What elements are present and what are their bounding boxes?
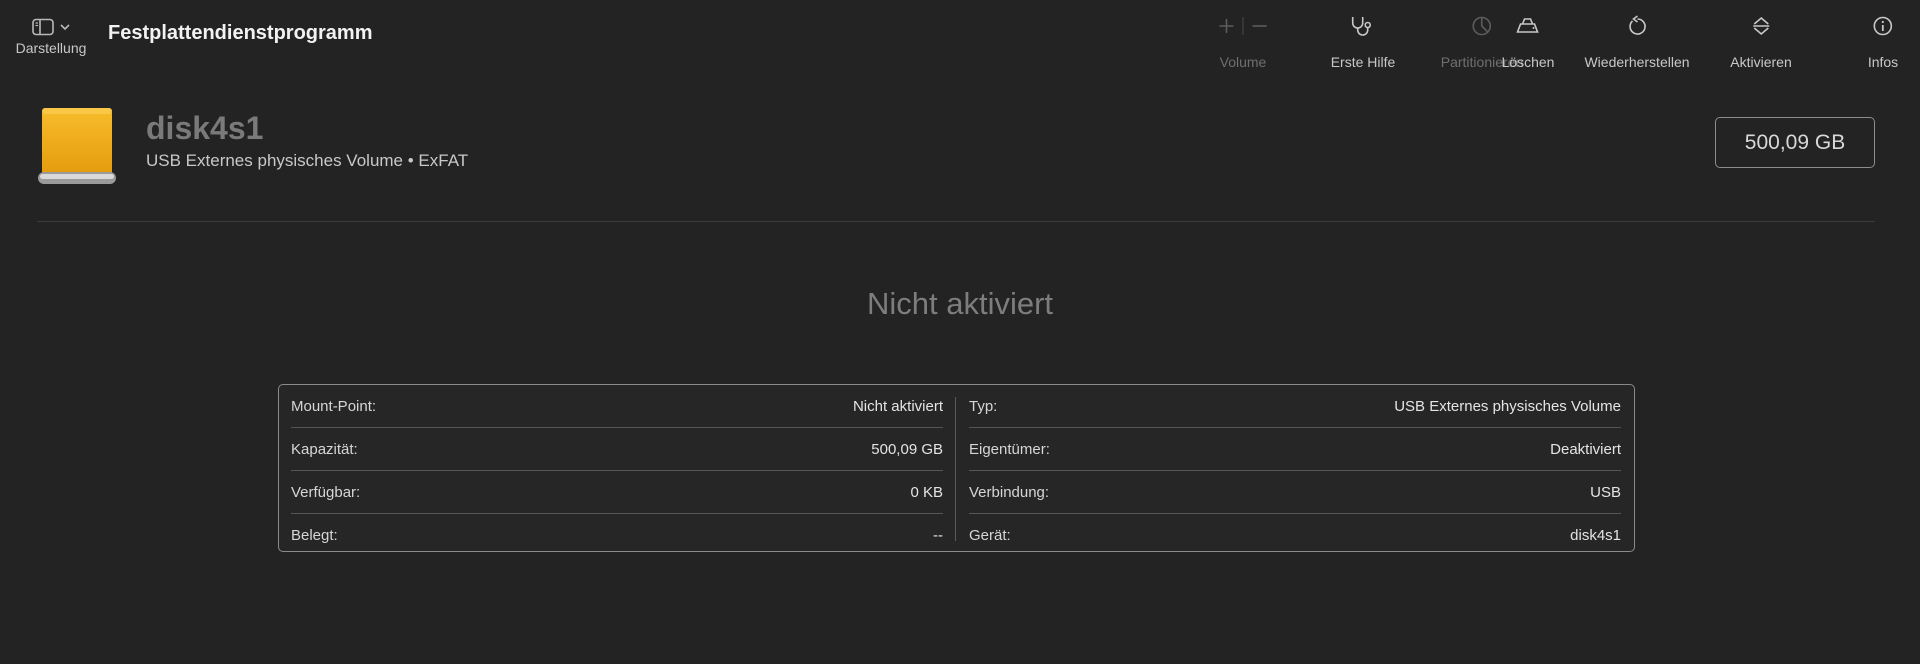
info-value: -- xyxy=(933,526,943,544)
volume-button[interactable]: Volume xyxy=(1219,12,1268,70)
info-row-mount-point: Mount-Point: Nicht aktiviert xyxy=(291,385,943,428)
plus-icon xyxy=(1219,19,1234,33)
toolbar: Darstellung Festplattendienstprogramm Vo… xyxy=(0,0,1920,80)
disk-name: disk4s1 xyxy=(146,110,264,146)
info-key: Gerät: xyxy=(969,526,1011,544)
erase-button[interactable]: Löschen xyxy=(1501,12,1555,70)
restore-arrow-icon xyxy=(1584,12,1689,40)
first-aid-label: Erste Hilfe xyxy=(1330,54,1396,70)
chevron-down-icon xyxy=(60,24,70,31)
info-value: disk4s1 xyxy=(1570,526,1621,544)
info-column-left: Mount-Point: Nicht aktiviert Kapazität: … xyxy=(291,385,943,551)
restore-button[interactable]: Wiederherstellen xyxy=(1584,12,1690,70)
info-row-owner: Eigentümer: Deaktiviert xyxy=(969,428,1621,471)
minus-icon xyxy=(1252,25,1267,27)
info-value: 500,09 GB xyxy=(871,440,943,458)
info-key: Mount-Point: xyxy=(291,397,377,415)
info-value: USB xyxy=(1590,483,1621,501)
column-divider xyxy=(955,397,956,541)
restore-label: Wiederherstellen xyxy=(1584,54,1690,70)
capacity-badge: 500,09 GB xyxy=(1715,117,1875,168)
first-aid-button[interactable]: Erste Hilfe xyxy=(1330,12,1396,70)
info-row-capacity: Kapazität: 500,09 GB xyxy=(291,428,943,471)
info-value: 0 KB xyxy=(910,483,943,501)
mount-icon xyxy=(1730,12,1791,40)
info-value: USB Externes physisches Volume xyxy=(1394,397,1621,415)
disk-subtitle: USB Externes physisches Volume • ExFAT xyxy=(146,151,469,170)
info-button[interactable]: Infos xyxy=(1868,12,1898,70)
eraser-icon xyxy=(1502,12,1555,40)
info-row-device: Gerät: disk4s1 xyxy=(969,514,1621,556)
info-row-available: Verfügbar: 0 KB xyxy=(291,471,943,514)
info-key: Typ: xyxy=(969,397,998,415)
info-row-used: Belegt: -- xyxy=(291,514,943,556)
info-column-right: Typ: USB Externes physisches Volume Eige… xyxy=(969,385,1621,551)
info-label: Infos xyxy=(1867,54,1899,70)
info-table: Mount-Point: Nicht aktiviert Kapazität: … xyxy=(278,384,1635,552)
stethoscope-icon xyxy=(1331,12,1396,40)
info-key: Kapazität: xyxy=(291,440,358,458)
info-key: Eigentümer: xyxy=(969,440,1050,458)
info-key: Verfügbar: xyxy=(291,483,361,501)
info-key: Belegt: xyxy=(291,526,338,544)
info-icon xyxy=(1868,12,1898,40)
info-value: Deaktiviert xyxy=(1550,440,1621,458)
erase-label: Löschen xyxy=(1501,54,1555,70)
header-divider xyxy=(37,221,1875,222)
mount-button[interactable]: Aktivieren xyxy=(1730,12,1792,70)
view-label: Darstellung xyxy=(15,40,87,56)
info-value: Nicht aktiviert xyxy=(852,397,943,415)
view-button[interactable]: Darstellung xyxy=(6,14,96,70)
mount-status: Nicht aktiviert xyxy=(866,286,1054,321)
info-row-type: Typ: USB Externes physisches Volume xyxy=(969,385,1621,428)
volume-label: Volume xyxy=(1219,54,1267,70)
external-drive-icon xyxy=(36,106,118,188)
sidebar-toggle-icon xyxy=(6,14,96,40)
mount-label: Aktivieren xyxy=(1730,54,1792,70)
info-key: Verbindung: xyxy=(969,483,1050,501)
app-title: Festplattendienstprogramm xyxy=(108,22,373,44)
info-row-connection: Verbindung: USB xyxy=(969,471,1621,514)
